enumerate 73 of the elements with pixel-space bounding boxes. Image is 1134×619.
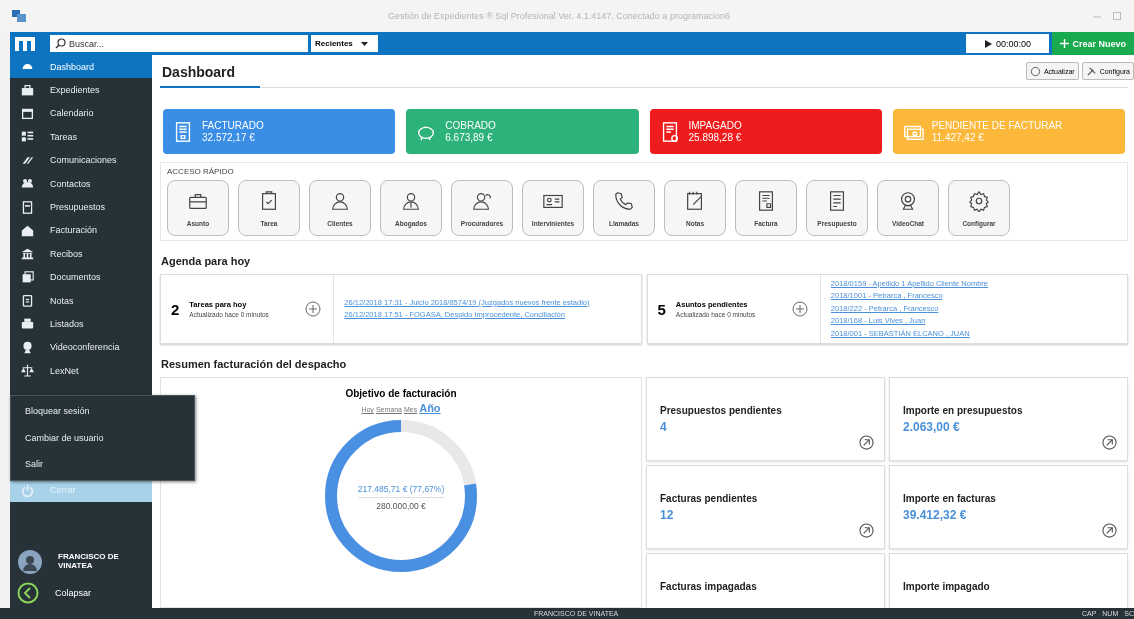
- tile-value: 4: [660, 420, 668, 434]
- section-title: Resumen facturación del despacho: [161, 358, 348, 370]
- tile-value: 12: [660, 508, 675, 522]
- sidebar-item[interactable]: Comunicaciones: [10, 148, 152, 172]
- search-icon: [55, 38, 66, 49]
- tile-value: 39.412,32 €: [903, 508, 968, 522]
- document-icon: [21, 200, 34, 214]
- tile-label: Facturas impagadas: [660, 581, 758, 592]
- phone-icon: [613, 189, 635, 212]
- stat-amount: 11.427,42 €: [931, 132, 985, 143]
- tile-label: Presupuestos pendientes: [660, 405, 783, 416]
- tile-value: 2.063,00 €: [903, 420, 961, 434]
- chevron-left-icon: [17, 582, 39, 604]
- caret-icon: [360, 41, 368, 46]
- dashboard-tab[interactable]: Dashboard: [160, 57, 260, 88]
- sidebar-item[interactable]: Facturación: [10, 218, 152, 243]
- sidebar-item[interactable]: Dashboard: [10, 55, 152, 79]
- briefcase-icon: [21, 83, 34, 97]
- logo-icon: [14, 34, 36, 53]
- stat-card[interactable]: IMPAGADO 25.898,28 €: [649, 109, 882, 154]
- add-icon[interactable]: [305, 301, 322, 317]
- list-icon: [21, 130, 34, 144]
- calendar-icon: [21, 106, 34, 120]
- printer-icon: [21, 317, 34, 331]
- sidebar-item[interactable]: Tareas: [10, 125, 152, 149]
- stat-label: COBRADO: [445, 120, 496, 131]
- tile-label: Importe impagado: [903, 581, 991, 592]
- goal-title: Objetivo de facturación: [345, 388, 457, 399]
- tile-label: Importe en presupuestos: [903, 405, 1024, 416]
- play-icon: [984, 39, 992, 48]
- settings-icon: [968, 189, 990, 212]
- achieved-amount: 217.485,71 € (77,67%): [357, 484, 445, 498]
- agenda-count: 5: [657, 300, 666, 318]
- clipboard-icon: [21, 294, 34, 308]
- stat-amount: 6.673,89 €: [445, 132, 494, 143]
- files-icon: [21, 270, 34, 284]
- agenda-count: 2: [171, 300, 180, 318]
- plus-icon: [1060, 39, 1070, 48]
- sidebar-item[interactable]: Documentos: [10, 265, 152, 289]
- tile-label: Importe en facturas: [903, 493, 997, 504]
- panel-title: ACCESO RÁPIDO: [167, 167, 235, 176]
- stat-amount: 25.898,28 €: [688, 132, 742, 143]
- timer-button[interactable]: 00:00:00: [966, 34, 1050, 53]
- stat-label: IMPAGADO: [688, 120, 742, 131]
- sidebar-item[interactable]: Notas: [10, 288, 152, 313]
- stat-amount: 32.572,17 €: [202, 132, 256, 143]
- sidebar-item[interactable]: LexNet: [10, 359, 152, 383]
- recent-dropdown[interactable]: Recientes: [311, 35, 378, 52]
- section-title: Agenda para hoy: [161, 255, 252, 267]
- tile-label: Facturas pendientes: [660, 493, 759, 504]
- app-icon: [12, 10, 26, 22]
- search-field[interactable]: Buscar...: [50, 35, 308, 52]
- target-amount: 280.000,00 €: [376, 500, 426, 511]
- menu-item[interactable]: Salir: [11, 451, 194, 478]
- stat-label: PENDIENTE DE FACTURAR: [931, 120, 1063, 131]
- sidebar-item[interactable]: Videoconferencia: [10, 335, 152, 360]
- bank-icon: [21, 247, 34, 261]
- house-icon: [21, 223, 34, 237]
- menu-item[interactable]: Bloquear sesión: [11, 398, 194, 425]
- user-name: FRANCISCO DE VINATEA: [58, 553, 120, 571]
- sidebar-item[interactable]: Calendario: [10, 101, 152, 126]
- sidebar-item[interactable]: Expedientes: [10, 78, 152, 102]
- sidebar-item[interactable]: Presupuestos: [10, 195, 152, 219]
- collapse-button[interactable]: Colapsar: [10, 582, 152, 604]
- power-icon: [21, 483, 34, 497]
- add-icon[interactable]: [791, 301, 808, 317]
- menu-item[interactable]: Cambiar de usuario: [11, 424, 194, 451]
- stat-label: FACTURADO: [202, 120, 264, 131]
- scales-icon: [21, 364, 34, 378]
- avatar-icon: [18, 550, 42, 574]
- sidebar-item[interactable]: Recibos: [10, 242, 152, 266]
- sidebar-item[interactable]: Listados: [10, 312, 152, 336]
- sidebar-item[interactable]: Contactos: [10, 171, 152, 196]
